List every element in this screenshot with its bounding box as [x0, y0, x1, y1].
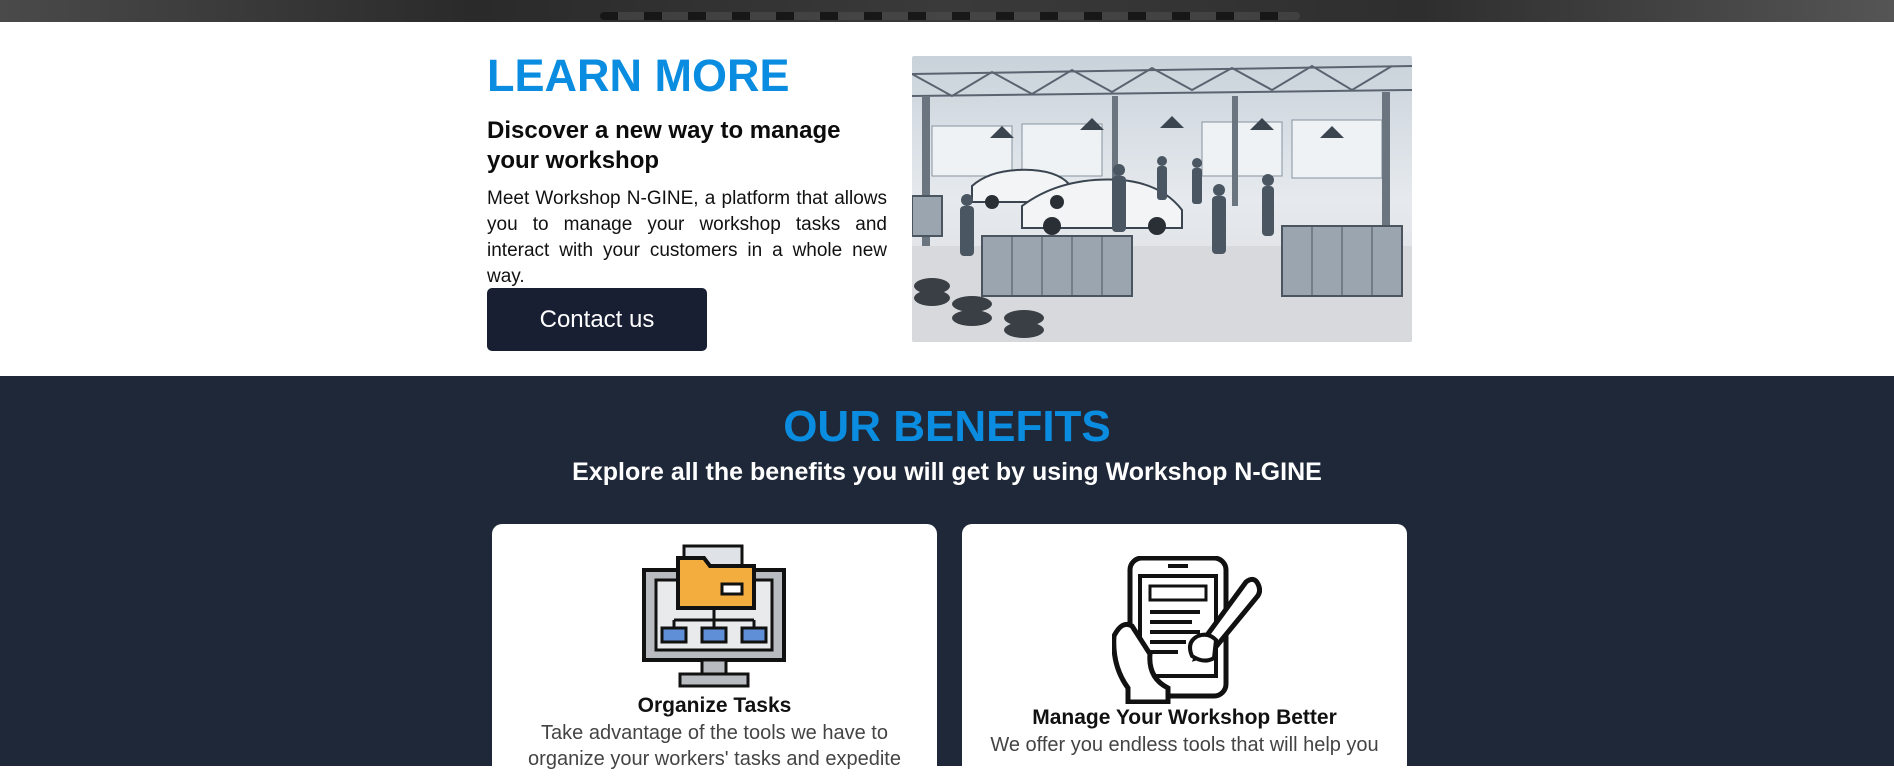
- computer-folder-hierarchy-icon: [640, 544, 788, 695]
- benefit-card-manage-workshop: Manage Your Workshop Better We offer you…: [962, 524, 1407, 784]
- tablet-hand-pen-icon: [1111, 555, 1263, 709]
- hero-image-strip: [0, 0, 1894, 22]
- benefit-card-description: Take advantage of the tools we have to o…: [528, 722, 901, 770]
- benefits-section: OUR BENEFITS Explore all the benefits yo…: [0, 376, 1894, 784]
- learn-more-section: LEARN MORE Discover a new way to manage …: [0, 22, 1894, 376]
- learn-more-title: LEARN MORE: [487, 50, 790, 101]
- learn-more-description: Meet Workshop N-GINE, a platform that al…: [487, 187, 887, 287]
- benefits-title: OUR BENEFITS: [783, 402, 1111, 451]
- learn-more-subtitle: Discover a new way to manage your worksh…: [487, 116, 841, 174]
- contact-us-button[interactable]: Contact us: [487, 288, 707, 351]
- hero-image-detail: [600, 12, 1300, 20]
- workshop-illustration: [912, 56, 1412, 342]
- benefit-card-title: Organize Tasks: [637, 694, 792, 717]
- benefits-subtitle: Explore all the benefits you will get by…: [572, 458, 1322, 486]
- benefit-card-title: Manage Your Workshop Better: [1032, 706, 1337, 729]
- benefit-card-organize-tasks: Organize Tasks Take advantage of the too…: [492, 524, 937, 784]
- benefit-card-description: We offer you endless tools that will hel…: [990, 734, 1379, 756]
- learn-more-text: LEARN MORE Discover a new way to manage …: [487, 50, 887, 290]
